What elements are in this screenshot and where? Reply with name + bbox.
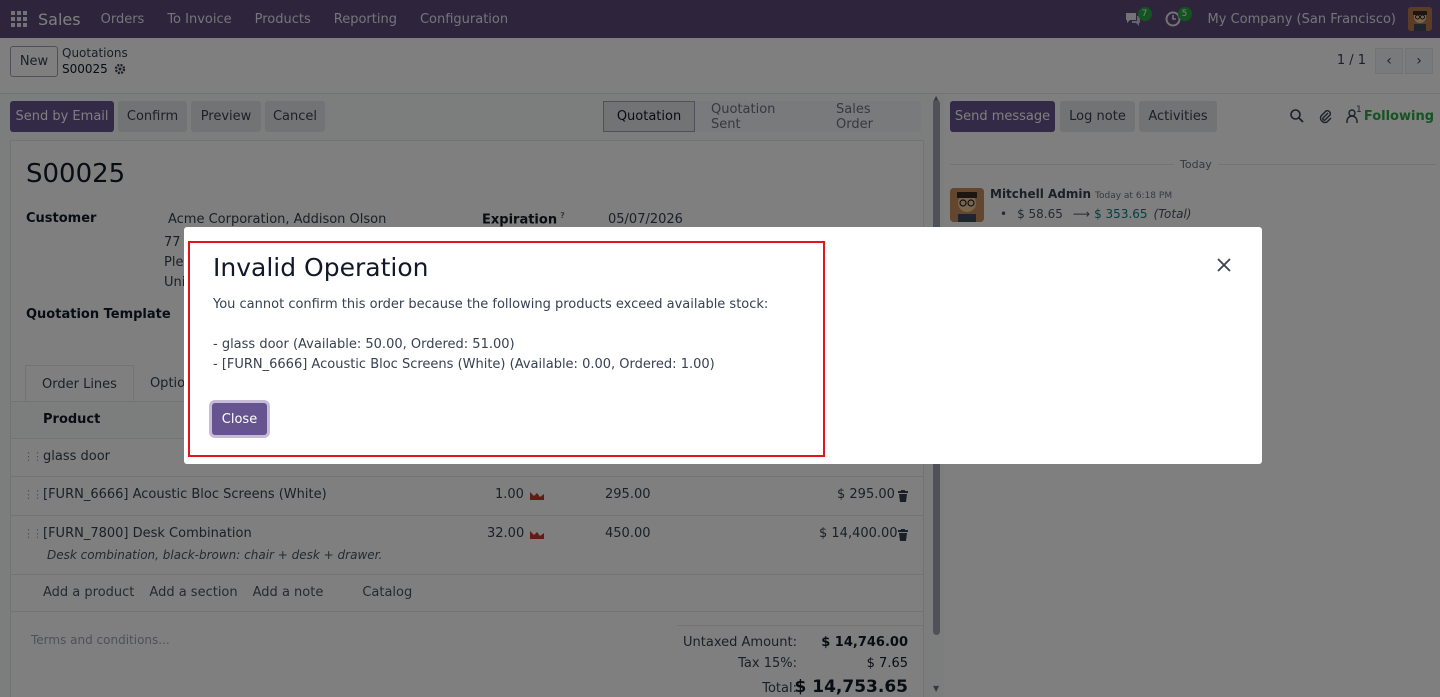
dialog-message: You cannot confirm this order because th… <box>213 297 769 312</box>
dialog-item: - glass door (Available: 50.00, Ordered:… <box>213 337 515 352</box>
dialog-item: - [FURN_6666] Acoustic Bloc Screens (Whi… <box>213 357 715 372</box>
dialog-body: You cannot confirm this order because th… <box>213 295 768 375</box>
dialog-title: Invalid Operation <box>213 253 429 282</box>
close-icon[interactable] <box>1213 254 1235 276</box>
close-button[interactable]: Close <box>212 403 267 435</box>
invalid-operation-dialog: Invalid Operation You cannot confirm thi… <box>184 227 1262 464</box>
